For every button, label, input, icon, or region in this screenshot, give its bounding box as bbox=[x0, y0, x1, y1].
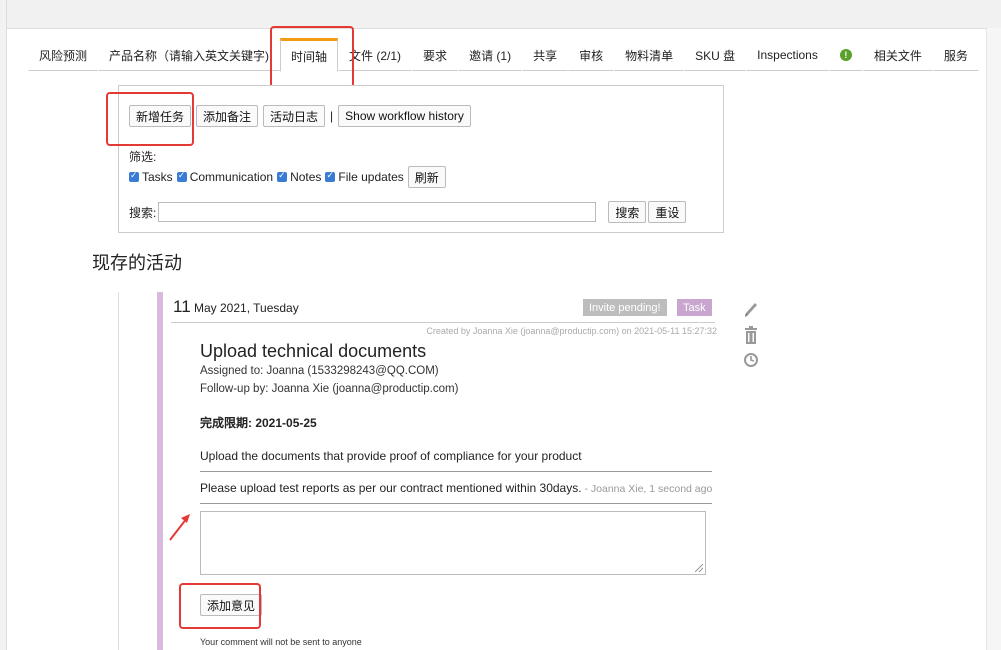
divider bbox=[200, 503, 712, 504]
divider bbox=[200, 471, 712, 472]
activity-date-text: May 2021, Tuesday bbox=[194, 301, 299, 315]
activity-card: 11 May 2021, Tuesday Invite pending! Tas… bbox=[157, 292, 723, 650]
toolbar-separator: | bbox=[330, 109, 334, 123]
tab-bar: 风险预测 产品名称（请输入英文关键字) 时间轴 文件 (2/1) 要求 邀请 (… bbox=[28, 37, 979, 73]
created-by: Created by Joanna Xie (joanna@productip.… bbox=[426, 326, 717, 336]
task-description: Upload the documents that provide proof … bbox=[200, 449, 582, 463]
toolbar: 新增任务 添加备注 活动日志 | Show workflow history bbox=[129, 105, 471, 127]
activity-log-button[interactable]: 活动日志 bbox=[263, 105, 326, 127]
workflow-history-button[interactable]: Show workflow history bbox=[338, 105, 471, 127]
comment: Please upload test reports as per our co… bbox=[200, 481, 712, 495]
filter-tasks[interactable]: Tasks bbox=[129, 170, 173, 184]
tab-product-name[interactable]: 产品名称（请输入英文关键字) bbox=[98, 39, 281, 71]
tab-timeline[interactable]: 时间轴 bbox=[280, 38, 339, 72]
add-note-button[interactable]: 添加备注 bbox=[196, 105, 259, 127]
activity-day: 11 bbox=[173, 297, 191, 316]
edit-pencil-icon[interactable] bbox=[742, 300, 760, 320]
tab-invites[interactable]: 邀请 (1) bbox=[458, 39, 523, 71]
search-input[interactable] bbox=[158, 202, 597, 222]
filter-notes-label: Notes bbox=[290, 170, 322, 184]
history-icon[interactable] bbox=[743, 352, 759, 368]
tab-related-files[interactable]: 相关文件 bbox=[862, 39, 933, 71]
filter-panel: 新增任务 添加备注 活动日志 | Show workflow history 筛… bbox=[118, 85, 724, 233]
timeline-line bbox=[118, 292, 119, 650]
comment-note: Your comment will not be sent to anyone bbox=[200, 637, 362, 647]
annotation-arrow bbox=[169, 514, 190, 541]
tab-info[interactable]: ! bbox=[828, 39, 863, 71]
reset-button[interactable]: 重设 bbox=[648, 201, 687, 223]
checkbox-icon bbox=[325, 170, 336, 182]
comment-text: Please upload test reports as per our co… bbox=[200, 481, 582, 495]
assigned-to: Assigned to: Joanna (1533298243@QQ.COM) bbox=[200, 365, 439, 377]
tab-services[interactable]: 服务 bbox=[932, 39, 979, 71]
tab-bom[interactable]: 物料清单 bbox=[614, 39, 685, 71]
tab-sku[interactable]: SKU 盘 bbox=[684, 39, 747, 71]
deadline: 完成限期: 2021-05-25 bbox=[200, 416, 317, 430]
card-actions bbox=[741, 300, 761, 368]
filter-communication[interactable]: Communication bbox=[176, 170, 274, 184]
filter-tasks-label: Tasks bbox=[142, 170, 173, 184]
filter-notes[interactable]: Notes bbox=[277, 170, 321, 184]
activity-date: 11 May 2021, Tuesday bbox=[173, 297, 299, 317]
invite-pending-badge: Invite pending! bbox=[583, 299, 667, 316]
top-bar bbox=[0, 0, 1001, 29]
tab-requirements[interactable]: 要求 bbox=[412, 39, 459, 71]
left-edge bbox=[0, 0, 7, 650]
search-row: 搜索: 搜索 重设 bbox=[129, 201, 687, 223]
tab-inspections[interactable]: Inspections bbox=[746, 39, 829, 71]
trash-icon[interactable] bbox=[743, 326, 759, 346]
task-title: Upload technical documents bbox=[200, 341, 427, 361]
filter-file-updates[interactable]: File updates bbox=[325, 170, 404, 184]
section-title: 现存的活动 bbox=[92, 253, 182, 273]
checkbox-icon bbox=[277, 170, 288, 182]
checkbox-icon bbox=[176, 170, 187, 182]
add-comment-button[interactable]: 添加意见 bbox=[200, 594, 263, 616]
filter-file-updates-label: File updates bbox=[338, 170, 404, 184]
resize-handle[interactable] bbox=[695, 564, 703, 572]
comment-author: - Joanna Xie, 1 second ago bbox=[581, 483, 713, 495]
follow-up-by: Follow-up by: Joanna Xie (joanna@product… bbox=[200, 383, 459, 395]
task-badge: Task bbox=[677, 299, 712, 316]
tab-review[interactable]: 审核 bbox=[568, 39, 615, 71]
filter-options: Tasks Communication Notes File updates 刷… bbox=[129, 166, 446, 188]
header-divider bbox=[171, 322, 715, 323]
search-label: 搜索: bbox=[129, 205, 157, 220]
search-button[interactable]: 搜索 bbox=[608, 201, 647, 223]
info-icon: ! bbox=[839, 49, 852, 61]
checkbox-icon bbox=[129, 170, 139, 182]
new-task-button[interactable]: 新增任务 bbox=[129, 105, 192, 127]
right-edge bbox=[986, 28, 1001, 650]
filter-label: 筛选: bbox=[129, 150, 157, 164]
tab-risk[interactable]: 风险预测 bbox=[28, 39, 99, 71]
tab-files[interactable]: 文件 (2/1) bbox=[338, 39, 413, 71]
filter-communication-label: Communication bbox=[189, 170, 274, 184]
comment-textarea[interactable] bbox=[200, 511, 706, 575]
tab-share[interactable]: 共享 bbox=[522, 39, 569, 71]
refresh-button[interactable]: 刷新 bbox=[407, 166, 446, 188]
